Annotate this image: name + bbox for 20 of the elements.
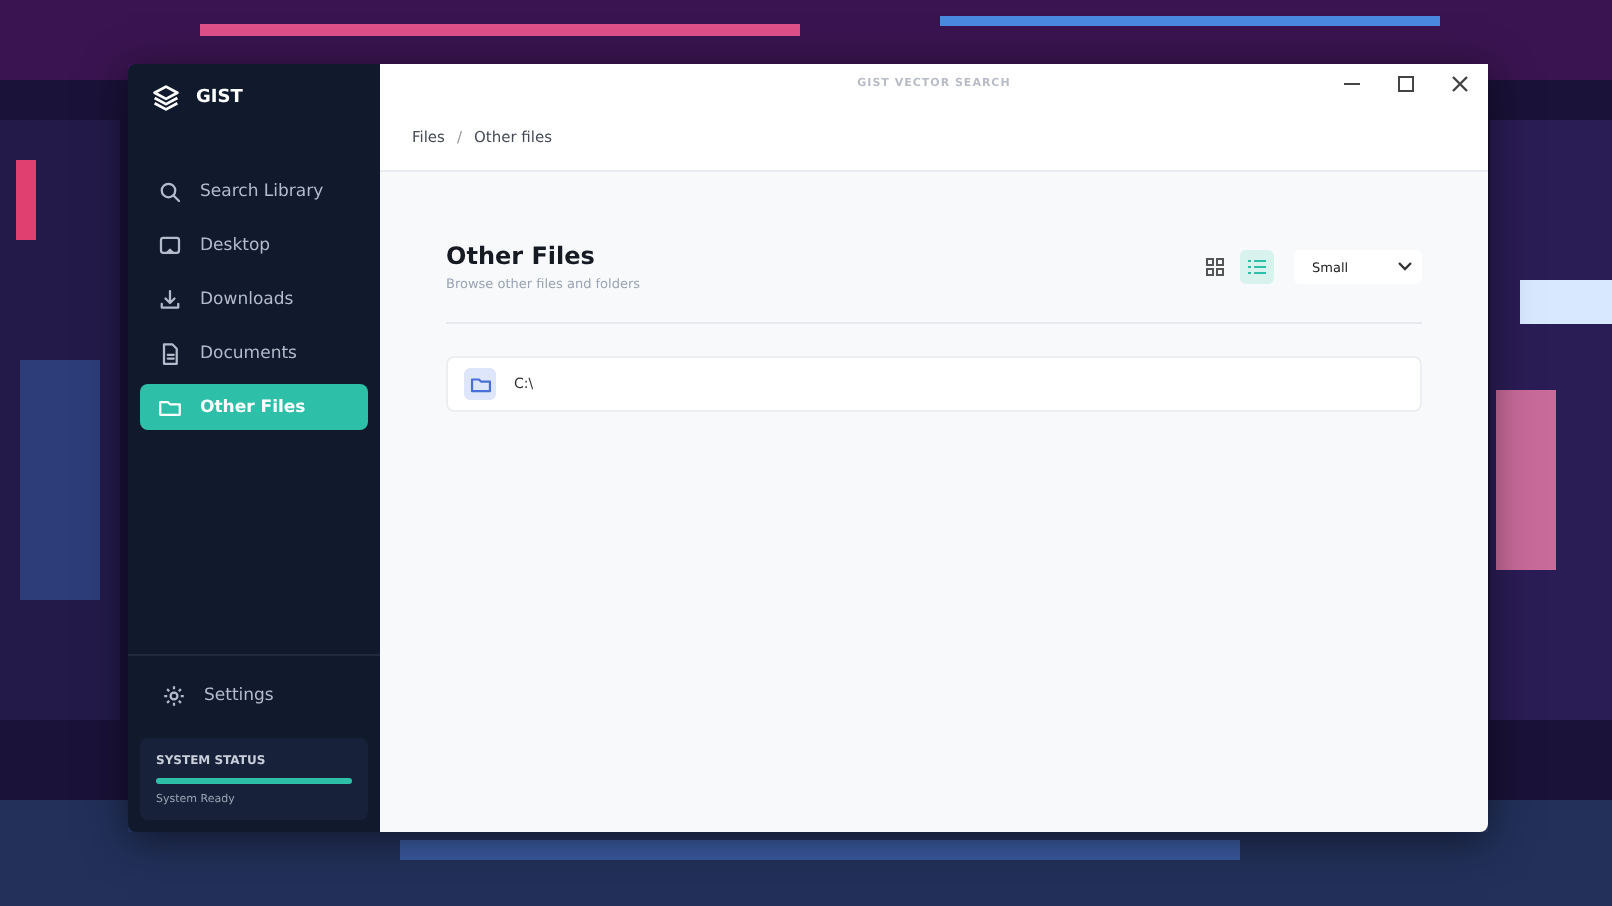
chevron-icon (1398, 262, 1412, 272)
document-icon (158, 341, 182, 365)
sidebar-item[interactable]: Downloads (140, 276, 368, 322)
sidebar-item[interactable]: Search Library (140, 168, 368, 214)
app-name: GIST (196, 88, 243, 108)
grid-icon (1206, 258, 1224, 276)
list-icon (1248, 258, 1266, 276)
maximize-icon (1397, 76, 1413, 92)
sidebar-item[interactable]: Documents (140, 330, 368, 376)
settings-icon (162, 683, 186, 707)
search-icon (158, 179, 182, 203)
folder-icon (464, 368, 496, 400)
layers-icon (152, 84, 180, 112)
settings-item[interactable]: Settings (140, 672, 368, 718)
page-title: Other Files (446, 242, 597, 270)
download-icon (158, 287, 182, 311)
close-icon (1451, 76, 1467, 92)
folder-icon (158, 395, 182, 419)
desktop-icon (158, 233, 182, 257)
sidebar-item[interactable]: Desktop (140, 222, 368, 268)
